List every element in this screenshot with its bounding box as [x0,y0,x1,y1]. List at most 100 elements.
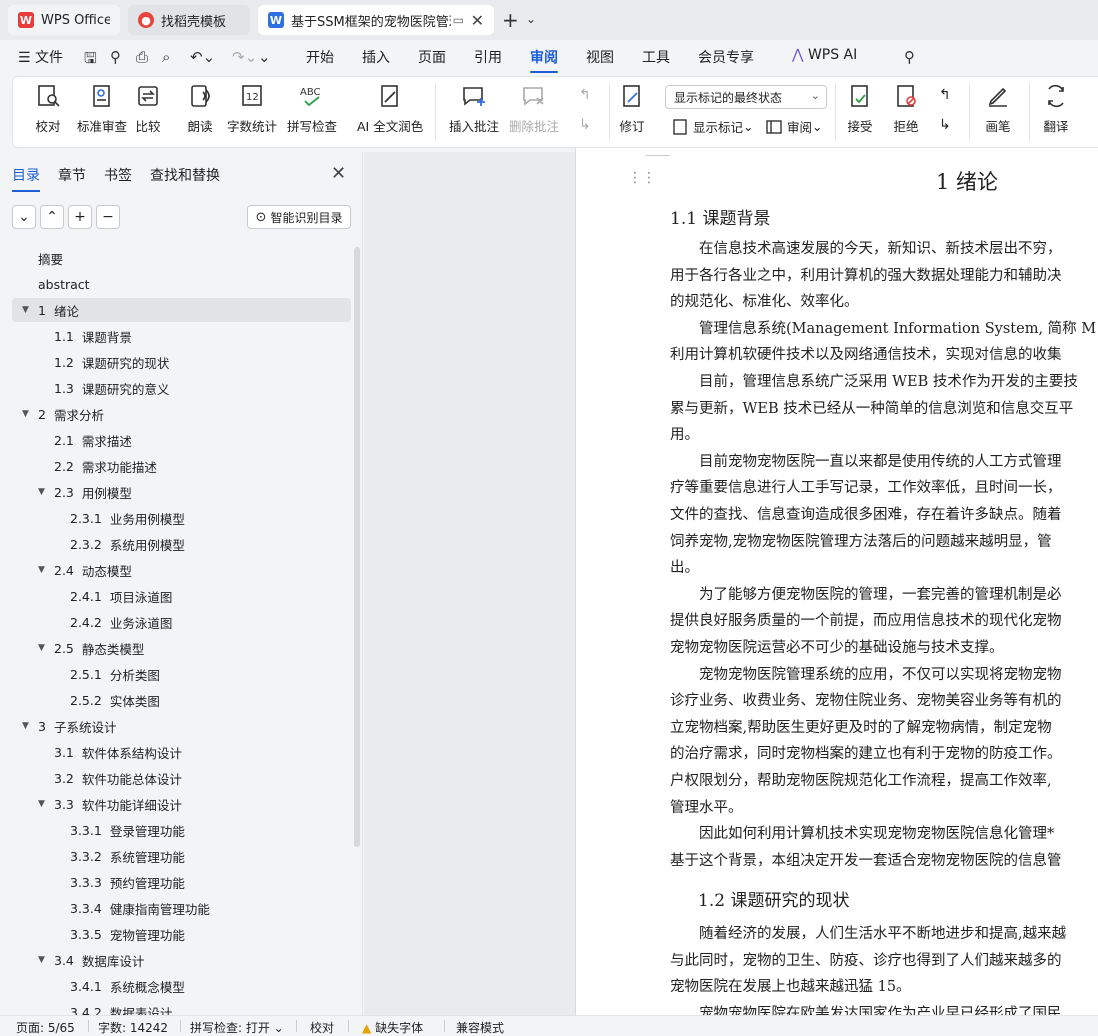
tab-daoke-templates[interactable]: ● 找稻壳模板 [128,5,250,35]
toc-scrollbar[interactable] [354,247,360,847]
menu-item-insert[interactable]: 插入 [362,47,390,67]
menu-item-view[interactable]: 视图 [586,47,614,67]
toc-item[interactable]: ▼ 2.3 用例模型 [12,480,351,504]
collapse-button[interactable]: ⌄ [12,205,36,229]
translate-button[interactable]: 翻译 [1043,83,1069,135]
drag-handle-icon[interactable]: ⋮⋮ [628,170,656,186]
toc-item[interactable]: 2.5.2 实体类图 [12,688,351,712]
toc-item[interactable]: 3.3.4 健康指南管理功能 [12,896,351,920]
smart-detect-toc-button[interactable]: ⊙ 智能识别目录 [247,205,351,229]
toc-item[interactable]: 1.2 课题研究的现状 [12,350,351,374]
undo-icon[interactable]: ↶⌄ [190,48,215,66]
menu-item-home[interactable]: 开始 [306,47,334,67]
tab-sections[interactable]: 章节 [58,165,86,185]
new-tab-icon[interactable]: + [502,8,519,32]
expand-arrow-icon[interactable]: ▼ [22,409,34,419]
spell-check-status[interactable]: 拼写检查: 打开 ⌄ [190,1019,284,1036]
insert-comment-button[interactable]: 插入批注 [449,83,499,135]
add-heading-button[interactable]: + [68,205,92,229]
toc-item[interactable]: ▼ 3.3 软件功能详细设计 [12,792,351,816]
tab-find-replace[interactable]: 查找和替换 [150,165,220,185]
close-icon[interactable]: ✕ [331,163,346,184]
toc-item[interactable]: 2.1 需求描述 [12,428,351,452]
tab-document[interactable]: W 基于SSM框架的宠物医院管理 ▭ ✕ [258,5,494,35]
tab-bookmarks[interactable]: 书签 [104,165,132,185]
toc-item[interactable]: 3.3.5 宠物管理功能 [12,922,351,946]
monitor-icon[interactable]: ▭ [453,13,464,27]
proofread-status[interactable]: 校对 [310,1019,334,1036]
toc-item[interactable]: 摘要 [12,246,351,270]
accept-button[interactable]: 接受 [847,83,873,135]
share-icon[interactable]: ⚲ [110,48,121,66]
toc-item[interactable]: 1.1 课题背景 [12,324,351,348]
prev-change-icon[interactable]: ↰ [939,87,951,103]
toc-item[interactable]: 3.4.1 系统概念模型 [12,974,351,998]
chevron-down-icon[interactable]: ⌄ [526,12,536,26]
standard-review-button[interactable]: 标准审查 [77,83,127,135]
toc-item[interactable]: 3.3.1 登录管理功能 [12,818,351,842]
menu-item-tools[interactable]: 工具 [642,47,670,67]
menu-item-review[interactable]: 审阅 [530,47,558,73]
expand-arrow-icon[interactable]: ▼ [38,487,50,497]
proofread-button[interactable]: 校对 [35,83,61,135]
expand-arrow-icon[interactable]: ▼ [22,305,34,315]
toc-item[interactable]: ▼ 1 绪论 [12,298,351,322]
remove-heading-button[interactable]: − [96,205,120,229]
ai-polish-button[interactable]: AI 全文润色 [357,83,423,135]
toc-item[interactable]: ▼ 2 需求分析 [12,402,351,426]
tab-toc[interactable]: 目录 [12,165,40,192]
toc-item[interactable]: 1.3 课题研究的意义 [12,376,351,400]
expand-arrow-icon[interactable]: ▼ [38,955,50,965]
save-icon[interactable]: 🖫 [84,48,97,73]
spell-check-button[interactable]: ABC 拼写检查 [287,83,337,135]
toc-item[interactable]: 2.3.1 业务用例模型 [12,506,351,530]
more-icon[interactable]: ⌄ [258,48,271,66]
menu-item-page[interactable]: 页面 [418,47,446,67]
menu-file[interactable]: ☰ 文件 [18,47,63,67]
reject-button[interactable]: 拒绝 [893,83,919,135]
next-comment-icon[interactable]: ↳ [579,117,591,133]
toc-item[interactable]: ▼ 3.4 数据库设计 [12,948,351,972]
menu-item-reference[interactable]: 引用 [474,47,502,67]
menu-item-member[interactable]: 会员专享 [698,47,754,67]
toc-item[interactable]: 2.5.1 分析类图 [12,662,351,686]
next-change-icon[interactable]: ↳ [939,117,951,133]
word-count-button[interactable]: 12 字数统计 [227,83,277,135]
toc-item[interactable]: ▼ 2.5 静态类模型 [12,636,351,660]
print-icon[interactable]: ⎙ [136,48,148,66]
toc-item[interactable]: 3.1 软件体系结构设计 [12,740,351,764]
show-markup-button[interactable]: 显示标记 ⌄ [671,117,754,136]
expand-arrow-icon[interactable]: ▼ [22,721,34,731]
pen-button[interactable]: 画笔 [985,83,1011,135]
delete-comment-button[interactable]: 删除批注 [509,83,559,135]
page-indicator[interactable]: 页面: 5/65 [16,1019,75,1036]
toc-item[interactable]: abstract [12,272,351,296]
word-count[interactable]: 字数: 14242 [98,1019,168,1036]
toc-item[interactable]: 2.4.2 业务泳道图 [12,610,351,634]
close-tab-icon[interactable]: ✕ [471,11,484,30]
tab-wps-office[interactable]: W WPS Office [8,5,120,35]
toc-item[interactable]: 3.3.2 系统管理功能 [12,844,351,868]
redo-icon[interactable]: ↷⌄ [232,48,257,66]
toc-item[interactable]: 3.2 软件功能总体设计 [12,766,351,790]
read-aloud-button[interactable]: 朗读 [187,83,213,135]
document-page[interactable]: ⋮⋮ 1 绪论 1.1 课题背景 在信息技术高速发展的今天，新知识、新技术层出不… [575,148,1098,1015]
toc-item[interactable]: 2.3.2 系统用例模型 [12,532,351,556]
missing-font-status[interactable]: ▲ 缺失字体 [362,1019,423,1036]
expand-arrow-icon[interactable]: ▼ [38,643,50,653]
markup-mode-select[interactable]: 显示标记的最终状态 ⌄ [665,85,827,109]
compare-button[interactable]: 比较 [135,83,161,135]
toc-item[interactable]: 2.4.1 项目泳道图 [12,584,351,608]
toc-item[interactable]: ▼ 2.4 动态模型 [12,558,351,582]
track-changes-button[interactable]: 修订 [619,83,645,135]
review-pane-button[interactable]: 审阅 ⌄ [765,117,823,136]
toc-item[interactable]: ▼ 3 子系统设计 [12,714,351,738]
prev-comment-icon[interactable]: ↰ [579,87,591,103]
menu-item-wps-ai[interactable]: ⋀ WPS AI [792,47,857,63]
search-icon[interactable]: ⚲ [904,48,915,66]
toc-item[interactable]: 3.3.3 预约管理功能 [12,870,351,894]
print-preview-icon[interactable]: ⌕ [162,48,170,66]
expand-arrow-icon[interactable]: ▼ [38,565,50,575]
toc-item[interactable]: 2.2 需求功能描述 [12,454,351,478]
expand-arrow-icon[interactable]: ▼ [38,799,50,809]
